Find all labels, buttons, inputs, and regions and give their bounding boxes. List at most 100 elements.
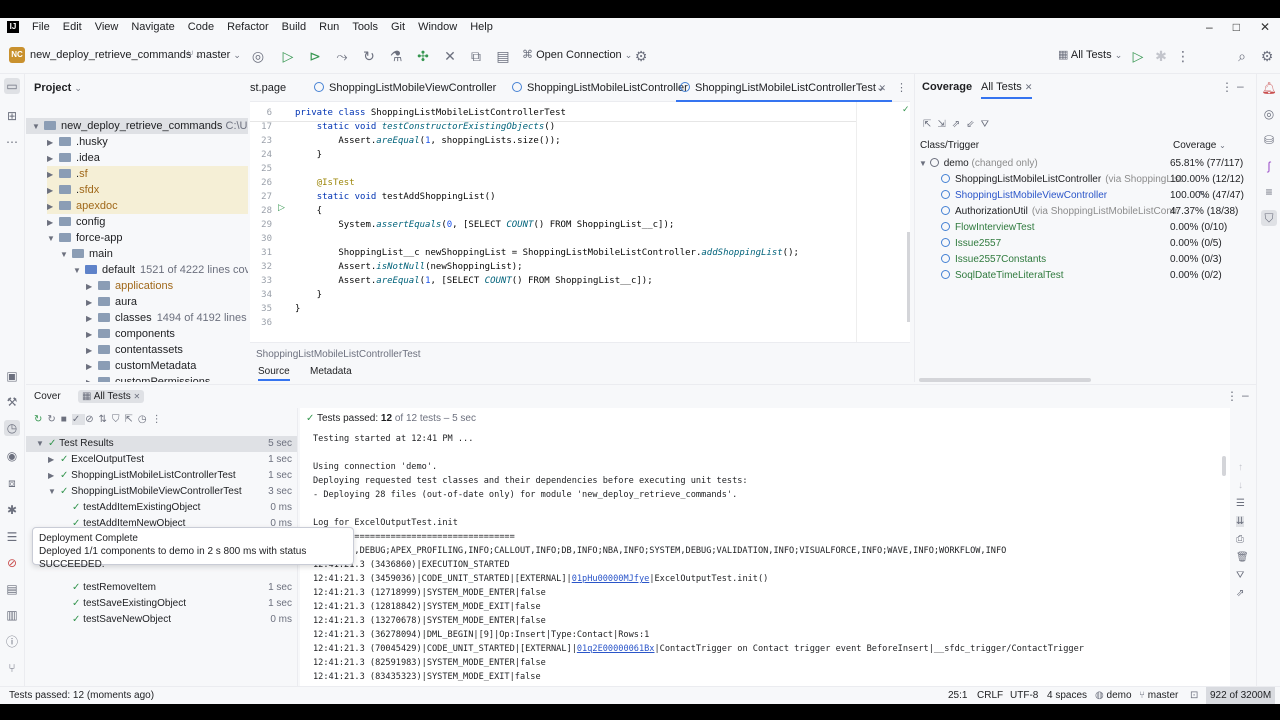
record-id-link[interactable]: 01q2E00000061Bx <box>577 644 655 654</box>
menu-file[interactable]: File <box>32 21 50 33</box>
tree-item[interactable]: ▶ .idea <box>47 150 100 166</box>
tab-coverage-all-tests[interactable]: All Tests ✕ <box>981 81 1033 99</box>
run-gutter-icon[interactable]: ▷ <box>278 202 285 213</box>
more-tools-icon[interactable]: ⋯ <box>4 134 20 150</box>
caret-position[interactable]: 25:1 <box>948 687 967 704</box>
more-icon[interactable]: ⋮ <box>1174 47 1192 65</box>
tab-cover[interactable]: Cover <box>34 391 61 402</box>
menu-navigate[interactable]: Navigate <box>131 21 174 33</box>
filter-icon[interactable]: ⛛ <box>1236 570 1244 581</box>
test-row[interactable]: ▶ ✓ ShoppingListMobileListControllerTest 1… <box>26 468 297 484</box>
tree-item[interactable]: ▶ contentassets <box>86 342 183 358</box>
tree-item[interactable]: ▶ customPermissions <box>86 374 210 382</box>
import-icon[interactable]: ⛉ <box>112 414 125 425</box>
coverage-hide-icon[interactable]: – <box>1237 79 1244 93</box>
build-tool-icon[interactable]: ⚒ <box>4 394 20 410</box>
minimize-icon[interactable]: – <box>1206 20 1213 34</box>
editor-scrollbar[interactable] <box>907 232 910 322</box>
tab-list-chevron-icon[interactable]: ⌄ <box>876 81 885 94</box>
editor-tab[interactable]: st.page <box>250 74 292 102</box>
list-tool-icon[interactable]: ≡ <box>1261 184 1277 200</box>
autoscroll-icon[interactable]: ⇙ <box>966 119 980 130</box>
project-tool-icon[interactable]: ▭ <box>4 78 20 94</box>
more-icon[interactable]: ⋮ <box>152 414 167 425</box>
tree-item[interactable]: ▶ components <box>86 326 175 342</box>
run-all-icon[interactable]: ⊳ <box>306 47 324 65</box>
editor-tab[interactable]: ShoppingListMobileViewController <box>310 74 502 102</box>
coverage-hscrollbar[interactable] <box>919 378 1091 382</box>
plugin-tool-icon[interactable]: ʃ <box>1261 158 1277 174</box>
coverage-shield-icon[interactable]: ⛉ <box>1261 210 1277 226</box>
test-row[interactable]: ✓ testSaveExistingObject 1 sec <box>26 596 297 612</box>
deploy-icon[interactable]: ⤳ <box>333 47 351 65</box>
sync-icon[interactable]: ↻ <box>360 47 378 65</box>
test-row[interactable]: ▼ ✓ Test Results 5 sec <box>26 436 297 452</box>
tree-item[interactable]: ▶ applications <box>86 278 173 294</box>
menu-window[interactable]: Window <box>418 21 457 33</box>
tree-item[interactable]: ▼ force-app <box>47 230 122 246</box>
menu-refactor[interactable]: Refactor <box>227 21 269 33</box>
compare-icon[interactable]: ⧉ <box>467 47 485 65</box>
status-branch[interactable]: ⑂ master <box>1139 687 1178 704</box>
tree-item[interactable]: ▶ config <box>47 214 105 230</box>
database-icon[interactable]: ⛁ <box>1261 132 1277 148</box>
settings-icon[interactable]: ⚙ <box>1258 47 1276 65</box>
tree-item[interactable]: ▶ .sf <box>47 166 248 182</box>
retrieve-icon[interactable]: ⚗ <box>387 47 405 65</box>
bottom-more-icon[interactable]: ⋮ <box>1226 389 1238 403</box>
tree-item[interactable]: ▶ .sfdx <box>47 182 248 198</box>
services-tool-icon[interactable]: ◉ <box>4 448 20 464</box>
schema-icon[interactable]: ▤ <box>494 47 512 65</box>
scroll-up-icon[interactable]: ↑ <box>1238 462 1243 473</box>
structure-tool-icon[interactable]: ⊞ <box>4 108 20 124</box>
info-tool-icon[interactable]: ⓘ <box>4 634 20 650</box>
tab-all-tests[interactable]: ▦ All Tests ✕ <box>78 390 145 403</box>
bottom-hide-icon[interactable]: – <box>1242 388 1249 402</box>
memory-indicator[interactable]: 922 of 3200M <box>1206 687 1276 704</box>
scroll-to-end-icon[interactable]: ⇊ <box>1236 516 1245 527</box>
test-row[interactable]: ✓ testAddItemExistingObject 0 ms <box>26 500 297 516</box>
ai-assistant-icon[interactable]: ◎ <box>1261 106 1277 122</box>
console-scrollbar[interactable] <box>1222 456 1226 476</box>
menu-tools[interactable]: Tools <box>352 21 378 33</box>
coverage-row[interactable]: SoqlDateTimeLiteralTest 0.00% (0/2) <box>915 268 1257 284</box>
run-tool-icon[interactable]: ◷ <box>4 420 20 436</box>
console-tool-icon[interactable]: ▥ <box>4 607 20 623</box>
run-icon[interactable]: ▷ <box>279 47 297 65</box>
tree-item[interactable]: ▶ customMetadata <box>86 358 196 374</box>
problems-tool-icon[interactable]: ⊘ <box>4 555 20 571</box>
test-row[interactable]: ▶ ✓ ExcelOutputTest 1 sec <box>26 452 297 468</box>
packages-tool-icon[interactable]: ⧈ <box>4 475 20 491</box>
history-icon[interactable]: ◷ <box>138 414 152 425</box>
tab-more-icon[interactable]: ⋮ <box>896 81 907 94</box>
run-config-run-icon[interactable]: ▷ <box>1129 47 1147 65</box>
menu-help[interactable]: Help <box>470 21 493 33</box>
menu-git[interactable]: Git <box>391 21 405 33</box>
cancel-icon[interactable]: ✕ <box>441 47 459 65</box>
open-external-icon[interactable]: ⇗ <box>1236 588 1244 599</box>
navigate-icon[interactable]: ⇗ <box>952 119 966 130</box>
show-passed-icon[interactable]: ✓ <box>71 414 86 425</box>
project-selector[interactable]: new_deploy_retrieve_commands ⌄ <box>30 48 202 62</box>
plugin-icon[interactable]: ✣ <box>414 47 432 65</box>
branch-selector[interactable]: ⑂ master ⌄ <box>187 48 241 62</box>
status-connection[interactable]: ◍ demo <box>1095 687 1132 704</box>
editor-tab[interactable]: ShoppingListMobileListController <box>508 74 694 102</box>
debug-icon[interactable]: ✱ <box>1152 47 1170 65</box>
code-editor[interactable]: 6 private class ShoppingListMobileListCon… <box>250 102 910 342</box>
coverage-panel-title[interactable]: Coverage <box>922 81 972 93</box>
sort-icon[interactable]: ⇅ <box>99 414 112 425</box>
terminal-tool-icon[interactable]: ▤ <box>4 581 20 597</box>
close-icon[interactable]: ✕ <box>134 392 141 401</box>
test-row[interactable]: ✓ testRemoveItem 1 sec <box>26 580 297 596</box>
column-coverage[interactable]: Coverage ⌄ <box>1173 140 1226 151</box>
debug-tool-icon[interactable]: ✱ <box>4 502 20 518</box>
test-row[interactable]: ▼ ✓ ShoppingListMobileViewControllerTest 3… <box>26 484 297 500</box>
tree-item[interactable]: ▼ main <box>60 246 113 262</box>
file-encoding[interactable]: UTF-8 <box>1010 687 1038 704</box>
run-config-selector[interactable]: ▦ All Tests ⌄ <box>1058 48 1122 62</box>
deployment-notification[interactable]: Deployment Complete Deployed 1/1 compone… <box>32 527 354 570</box>
todo-tool-icon[interactable]: ☰ <box>4 529 20 545</box>
editor-tab[interactable]: ShoppingListMobileListControllerTest ✕ <box>676 74 893 102</box>
line-ending[interactable]: CRLF <box>977 687 1003 704</box>
